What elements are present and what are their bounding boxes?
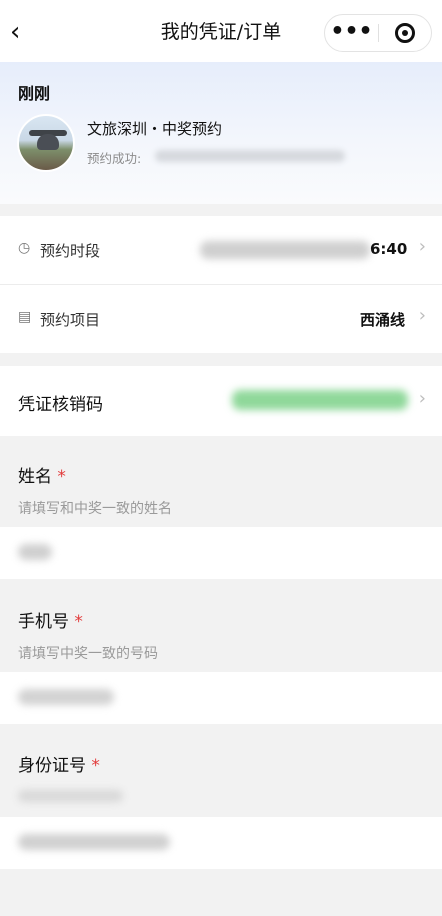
phone-input[interactable] — [0, 672, 442, 724]
time-slot-row[interactable]: ◷ 预约时段 6:40 › — [0, 216, 442, 284]
voucher-row[interactable]: 凭证核销码 › — [0, 366, 442, 436]
notification-title: 文旅深圳・中奖预约 — [87, 120, 223, 138]
name-field-title: 姓名 * — [18, 462, 66, 487]
voucher-label: 凭证核销码 — [18, 395, 103, 415]
id-field-title: 身份证号 * — [18, 751, 100, 776]
notification-subtitle: 预约成功: — [87, 151, 142, 166]
phone-field-title: 手机号 * — [18, 607, 83, 632]
redacted-id-number — [18, 834, 170, 850]
mini-program-capsule: ••• — [324, 14, 432, 52]
redacted-voucher-code — [232, 390, 408, 410]
redacted-id-hint — [18, 790, 123, 802]
phone-field-label: 手机号 — [18, 612, 69, 632]
chevron-right-icon: › — [418, 236, 426, 257]
capsule-divider — [378, 24, 379, 42]
redacted-name — [18, 544, 52, 560]
id-field-label: 身份证号 — [18, 756, 86, 776]
notification-time: 刚刚 — [18, 84, 51, 103]
phone-field-hint: 请填写中奖一致的号码 — [18, 646, 158, 662]
required-mark: * — [91, 756, 100, 776]
required-mark: * — [57, 467, 66, 487]
redacted-phone — [18, 689, 114, 705]
project-value: 西涌线 — [360, 311, 406, 329]
chevron-right-icon: › — [418, 305, 426, 326]
name-input[interactable] — [0, 527, 442, 579]
project-row[interactable]: ▤ 预约项目 西涌线 › — [0, 285, 442, 353]
required-mark: * — [74, 612, 83, 632]
document-icon: ▤ — [18, 309, 32, 325]
id-input[interactable] — [0, 817, 442, 869]
redacted-date — [200, 241, 370, 259]
clock-icon: ◷ — [18, 240, 31, 256]
more-icon[interactable]: ••• — [325, 15, 378, 51]
time-slot-label: 预约时段 — [40, 242, 101, 260]
time-slot-value: 6:40 — [370, 240, 408, 258]
redacted-text — [155, 150, 345, 162]
navigation-bar: ‹ 我的凭证/订单 ••• — [0, 0, 442, 62]
name-field-label: 姓名 — [18, 467, 52, 487]
name-field-hint: 请填写和中奖一致的姓名 — [18, 501, 172, 517]
avatar — [17, 114, 75, 172]
notification-card: 刚刚 文旅深圳・中奖预约 预约成功: — [0, 62, 442, 204]
project-label: 预约项目 — [40, 311, 101, 329]
target-icon[interactable] — [395, 23, 415, 43]
chevron-right-icon: › — [418, 388, 426, 409]
